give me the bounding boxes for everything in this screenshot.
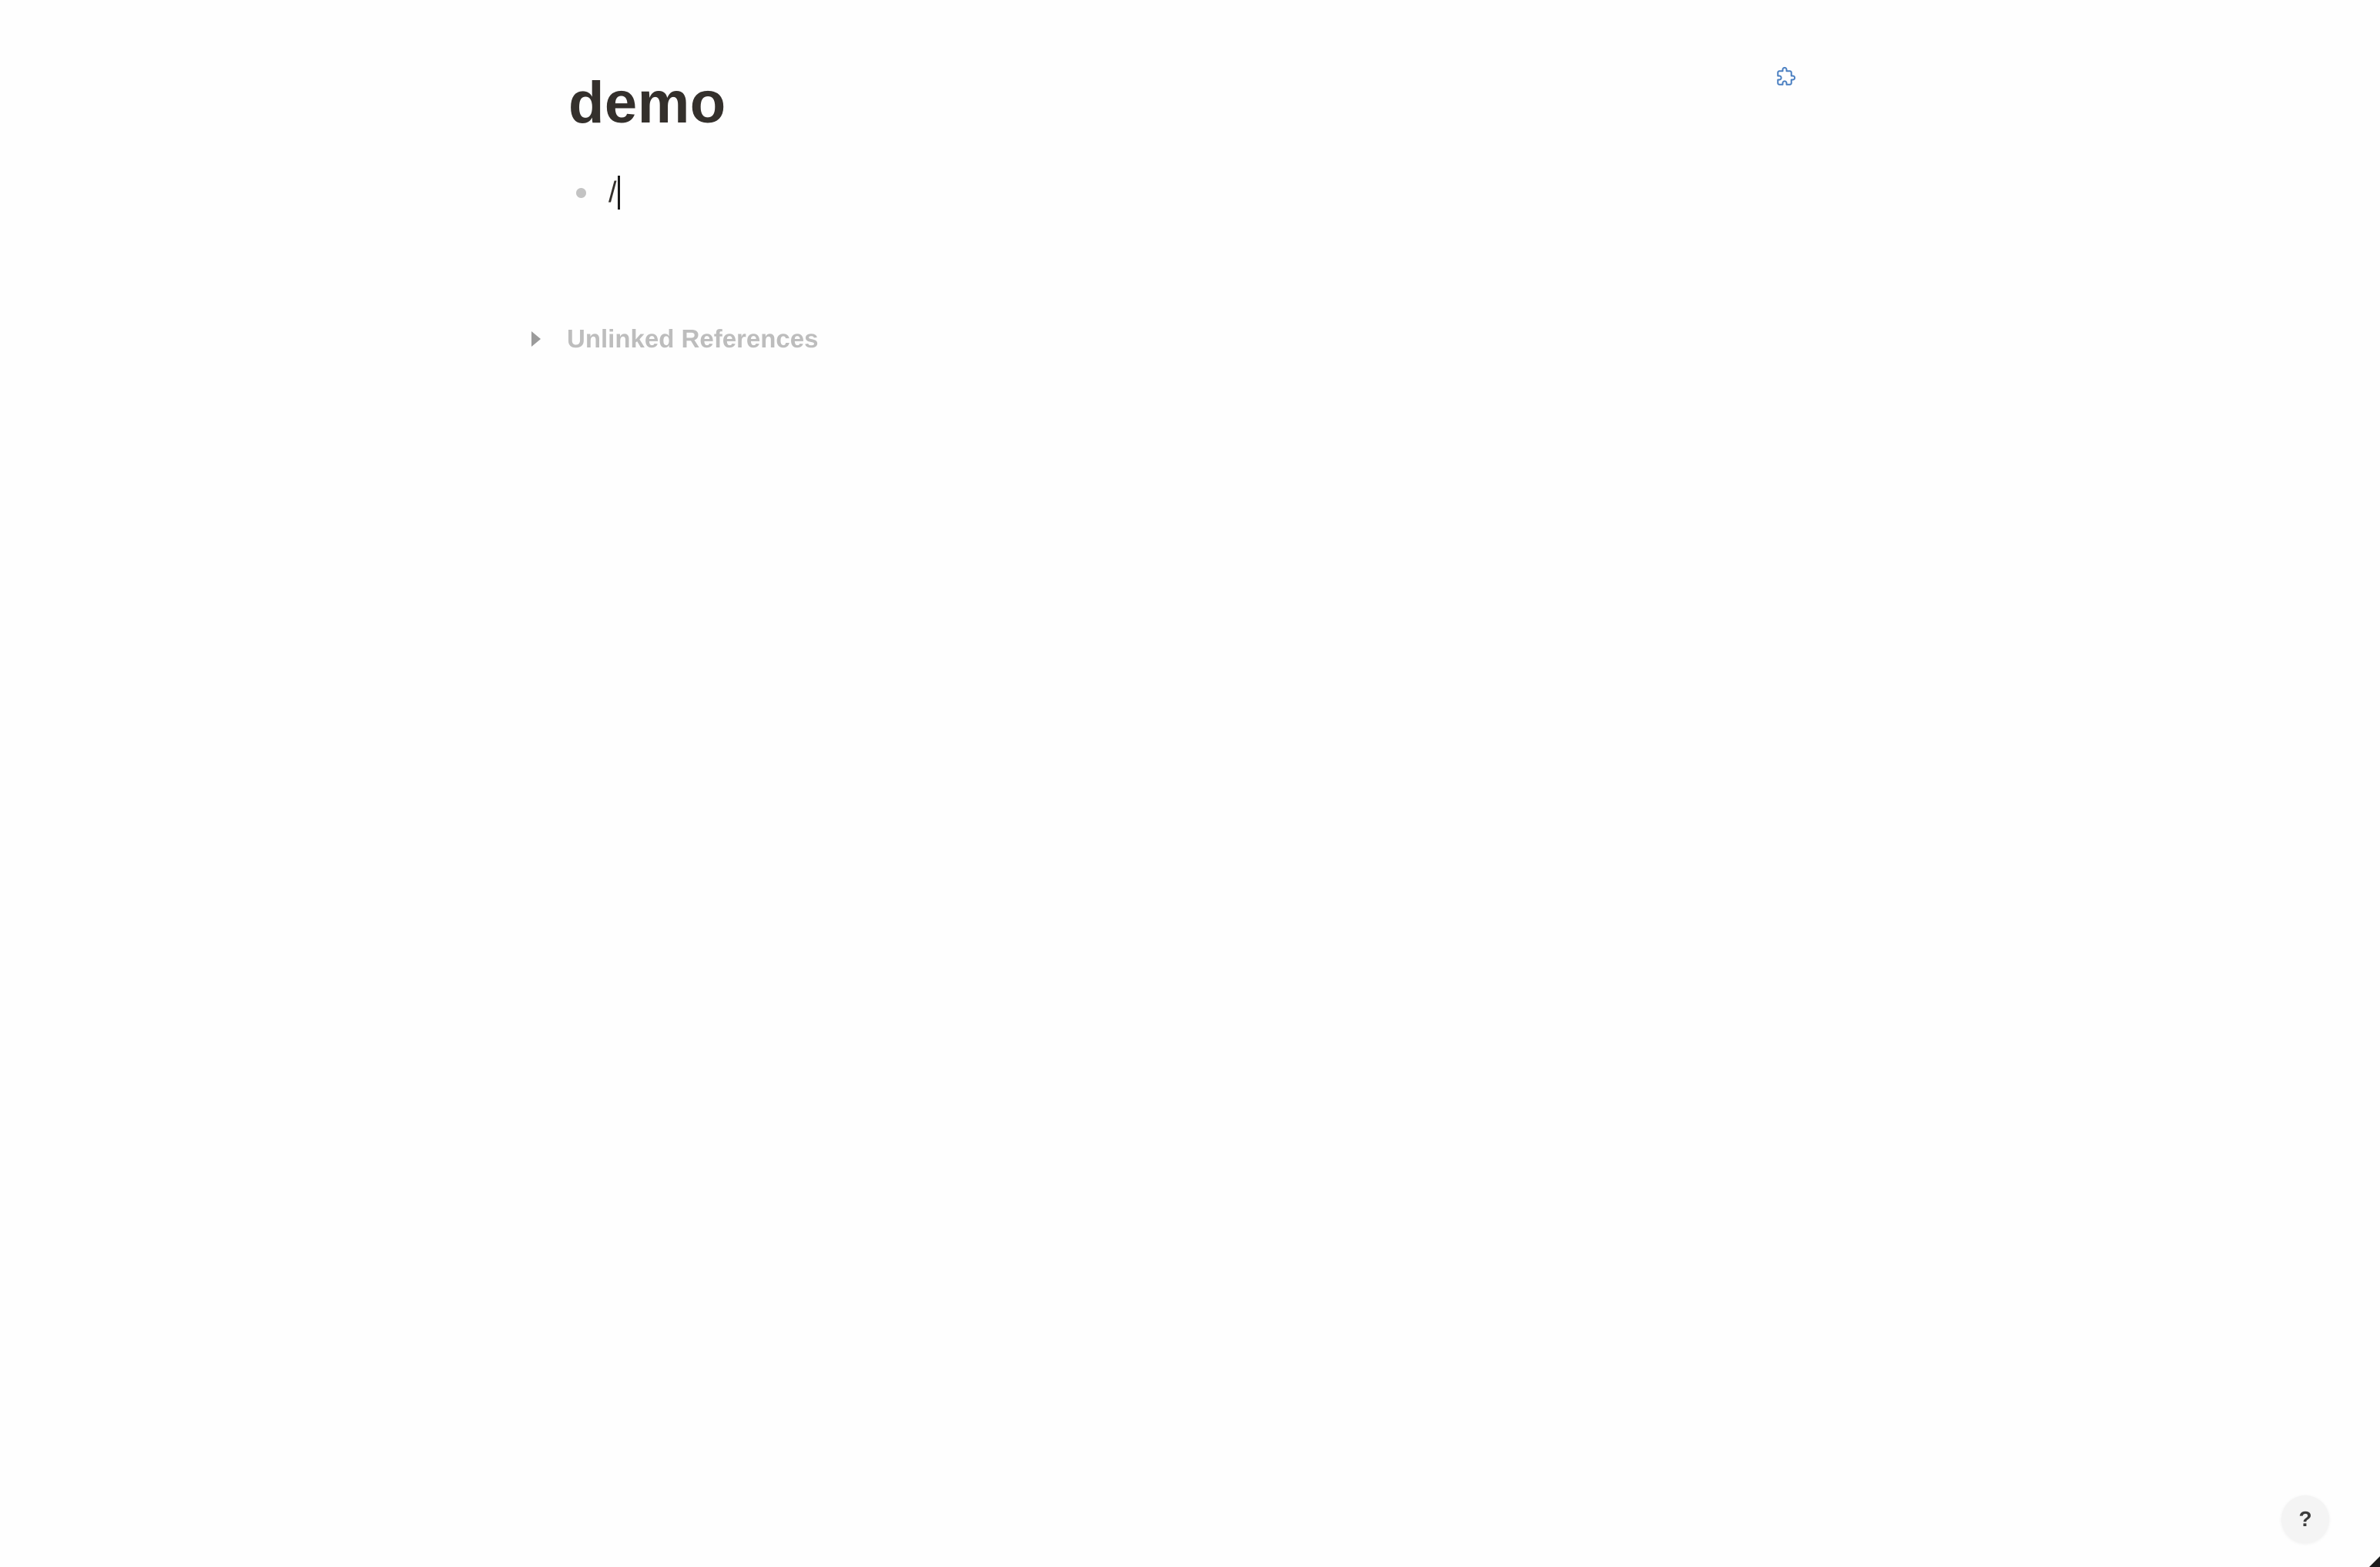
window-corner xyxy=(2369,1556,2380,1567)
plugins-button[interactable] xyxy=(1772,65,1798,91)
page-canvas: demo / Unlinked References ? xyxy=(0,0,2380,1567)
puzzle-icon xyxy=(1777,66,1796,86)
block: / xyxy=(570,171,917,214)
help-button[interactable]: ? xyxy=(2281,1495,2329,1543)
caret-right-icon xyxy=(531,331,541,347)
help-label: ? xyxy=(2298,1507,2312,1531)
unlinked-references-label: Unlinked References xyxy=(567,324,819,353)
unlinked-references-toggle[interactable]: Unlinked References xyxy=(524,317,818,361)
page-title[interactable]: demo xyxy=(568,66,726,140)
block-content: / xyxy=(608,176,617,209)
block-editor[interactable]: / xyxy=(608,171,917,214)
bullet-dot-icon xyxy=(575,187,586,198)
block-bullet[interactable] xyxy=(570,182,592,203)
text-caret xyxy=(617,176,620,210)
